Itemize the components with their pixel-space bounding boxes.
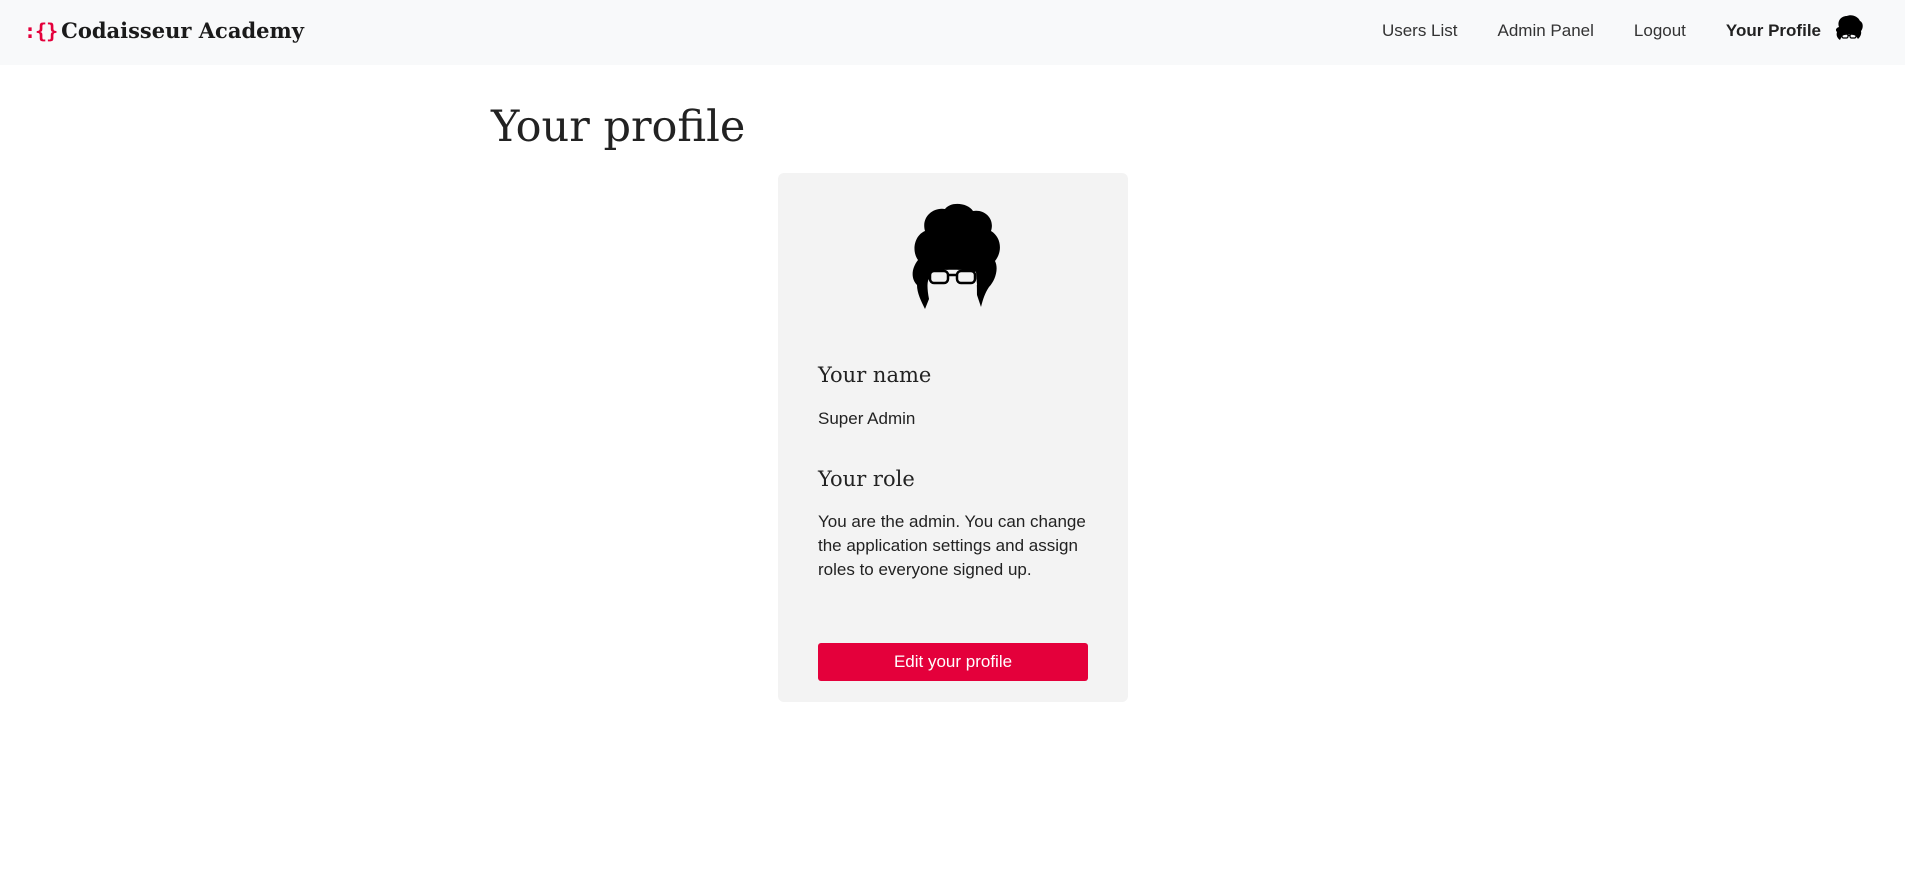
nav-avatar-icon[interactable] xyxy=(1831,13,1867,49)
nav-admin-panel-link[interactable]: Admin Panel xyxy=(1498,21,1594,41)
nav-logout-link[interactable]: Logout xyxy=(1634,21,1686,41)
nav-users-list-link[interactable]: Users List xyxy=(1382,21,1458,41)
page-title: Your profile xyxy=(491,102,746,152)
your-name-value: Super Admin xyxy=(818,409,916,428)
nav-links: Users List Admin Panel Logout Your Profi… xyxy=(1342,0,1867,62)
your-name-heading: Your name xyxy=(818,363,932,387)
brand-name: Codaisseur Academy xyxy=(61,18,304,43)
nav-your-profile-link[interactable]: Your Profile xyxy=(1726,21,1821,41)
profile-avatar-icon xyxy=(873,195,1033,325)
brand-mark-icon: :{} xyxy=(24,18,58,43)
brand-logo[interactable]: :{} Codaisseur Academy xyxy=(24,18,304,43)
your-role-value: You are the admin. You can change the ap… xyxy=(818,512,1086,579)
edit-profile-button[interactable]: Edit your profile xyxy=(818,643,1088,681)
top-navbar: :{} Codaisseur Academy Users List Admin … xyxy=(0,0,1905,65)
profile-card: Your name Super Admin Your role You are … xyxy=(778,173,1128,702)
your-role-heading: Your role xyxy=(818,467,915,491)
